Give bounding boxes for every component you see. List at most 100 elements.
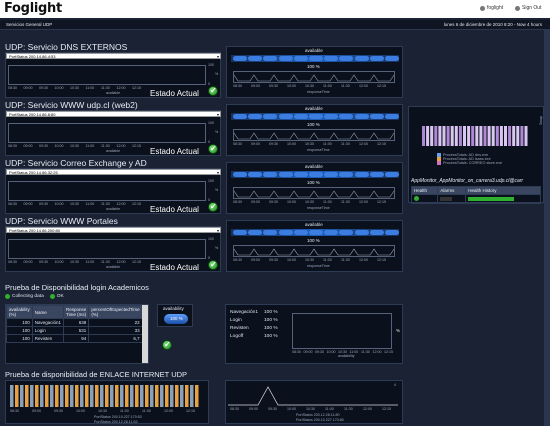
- table-row[interactable]: 100 Revisten 94 6,7: [6, 334, 143, 343]
- process-bar: [524, 126, 528, 146]
- health-history-header[interactable]: Health History: [465, 186, 541, 195]
- stat-value: 100 %: [264, 310, 278, 315]
- login-section-title: Prueba de Disponibilidad login Academico…: [5, 283, 149, 292]
- login-bar-legend: availability: [338, 354, 355, 358]
- enlace-bar: [185, 385, 189, 407]
- availability-gauge-panel: availability 100 %: [157, 304, 193, 327]
- service-select[interactable]: PortStatus 200.14.86.8:80: [6, 111, 221, 118]
- login-header[interactable]: percentOfExpectedTime (%): [88, 305, 143, 319]
- user-link[interactable]: foglight: [480, 5, 503, 11]
- health-header[interactable]: Health: [410, 186, 439, 195]
- time-tick: 11:30: [101, 260, 110, 264]
- availability-chart: [8, 181, 206, 201]
- time-tick: 08:30: [8, 260, 17, 264]
- service-title: UDP: Servicio WWW Portales: [5, 216, 118, 226]
- enlace-section-title: Prueba de disponibilidad de ENLACE INTER…: [5, 370, 188, 379]
- enlace-time-tick: 11:00: [120, 409, 129, 413]
- process-bar: [516, 126, 520, 146]
- availability-pill: [339, 114, 354, 119]
- time-tick: 11:30: [101, 144, 110, 148]
- availability-pill: [248, 172, 263, 177]
- alarms-header[interactable]: Alarms: [437, 186, 467, 195]
- signout-link[interactable]: Sign Out: [515, 5, 541, 11]
- service-chart-panel: PortStatus 200.14.86.200:801000%08:3009:…: [5, 226, 221, 272]
- response-time-legend: responseTime: [307, 90, 330, 94]
- service-select[interactable]: PortStatus 200.14.86.200:80: [6, 227, 221, 234]
- availability-pill: [339, 56, 354, 61]
- time-tick: 10:30: [70, 144, 79, 148]
- process-bar: [483, 126, 487, 146]
- enlace-bar: [80, 385, 84, 407]
- enlace-rt-time-tick: 10:00: [287, 407, 296, 411]
- enlace-time-tick: 09:30: [54, 409, 63, 413]
- enlace-bar: [160, 385, 164, 407]
- login-header[interactable]: availability (%): [6, 305, 33, 319]
- time-tick: 12:00: [116, 260, 126, 264]
- process-bar: [471, 126, 475, 146]
- availability-strip: [231, 55, 399, 62]
- app-monitor-title: AppMonitor_AppMonitor_on_carrera3.udp.cl…: [411, 178, 524, 184]
- process-ylabel: Swap: [539, 116, 543, 125]
- service-select[interactable]: PortStatus 200.14.86.4:53: [6, 53, 221, 60]
- stat-row: Revisten 100 %: [230, 325, 278, 333]
- availability-legend: available: [106, 265, 121, 269]
- collecting-icon: [5, 294, 10, 299]
- availability-pct: 100 %: [307, 64, 320, 69]
- time-tick: 09:00: [23, 144, 33, 148]
- table-row[interactable]: 100 Navegación1 638 22: [6, 318, 143, 327]
- process-bar: [475, 126, 479, 146]
- table-row[interactable]: 100 Login 531 33: [6, 326, 143, 335]
- process-bar: [442, 126, 446, 146]
- enlace-bar: [120, 385, 124, 407]
- availability-strip: [231, 229, 399, 236]
- service-select[interactable]: PortStatus 200.14.86.32:25: [6, 169, 221, 176]
- rt-time-tick: 09:30: [269, 200, 278, 204]
- enlace-bar: [195, 385, 199, 407]
- login-time-tick: 10:00: [326, 350, 336, 354]
- available-title: available: [305, 164, 323, 169]
- availability-pct: 100 %: [307, 122, 320, 127]
- rt-time-tick: 11:00: [323, 200, 332, 204]
- time-tick: 09:00: [23, 202, 33, 206]
- rt-time-tick: 12:15: [377, 84, 386, 88]
- availability-pill: [324, 56, 339, 61]
- availability-pill: [233, 114, 247, 119]
- availability-strip: [231, 113, 399, 120]
- availability-pill: [278, 56, 293, 61]
- top-bar: Foglight foglight Sign Out: [0, 0, 550, 18]
- login-scrollbar[interactable]: [142, 305, 148, 363]
- login-header[interactable]: Name: [31, 305, 65, 319]
- rt-time-tick: 08:30: [233, 84, 242, 88]
- health-history-bar: [468, 196, 515, 201]
- enlace-bar: [110, 385, 114, 407]
- time-tick: 08:30: [8, 144, 17, 148]
- process-chart: [422, 126, 528, 146]
- time-tick: 10:00: [54, 202, 64, 206]
- signout-label: Sign Out: [522, 5, 542, 11]
- enlace-bar: [70, 385, 74, 407]
- availability-pill: [293, 56, 308, 61]
- time-tick: 11:00: [85, 202, 95, 206]
- process-bar: [520, 126, 524, 146]
- time-range[interactable]: lunes 6 de diciembre de 2010 8:20 - Now …: [444, 22, 542, 27]
- time-tick: 11:00: [85, 144, 95, 148]
- dashboard-name: Servicios General UDP: [6, 22, 53, 27]
- login-header[interactable]: Response Time (ms): [63, 305, 90, 319]
- login-time-tick: 12:00: [372, 350, 382, 354]
- table-cell: Revisten: [31, 334, 65, 343]
- availability-pill: [309, 56, 323, 61]
- available-title: available: [305, 48, 323, 53]
- availability-pill: [263, 230, 278, 235]
- enlace-bar: [130, 385, 134, 407]
- enlace-ytop: 4: [394, 383, 396, 387]
- rt-time-tick: 12:00: [359, 84, 368, 88]
- enlace-bar: [95, 385, 99, 407]
- y-unit-label: %: [215, 188, 219, 192]
- enlace-bar: [75, 385, 79, 407]
- rt-time-tick: 10:30: [305, 84, 314, 88]
- page-scrollbar[interactable]: [544, 30, 550, 426]
- stat-name: Login: [230, 318, 242, 323]
- response-time-chart: [233, 187, 395, 199]
- stat-row: Logoff 100 %: [230, 333, 278, 341]
- login-table: availability (%) Name Response Time (ms) pe…: [6, 305, 143, 343]
